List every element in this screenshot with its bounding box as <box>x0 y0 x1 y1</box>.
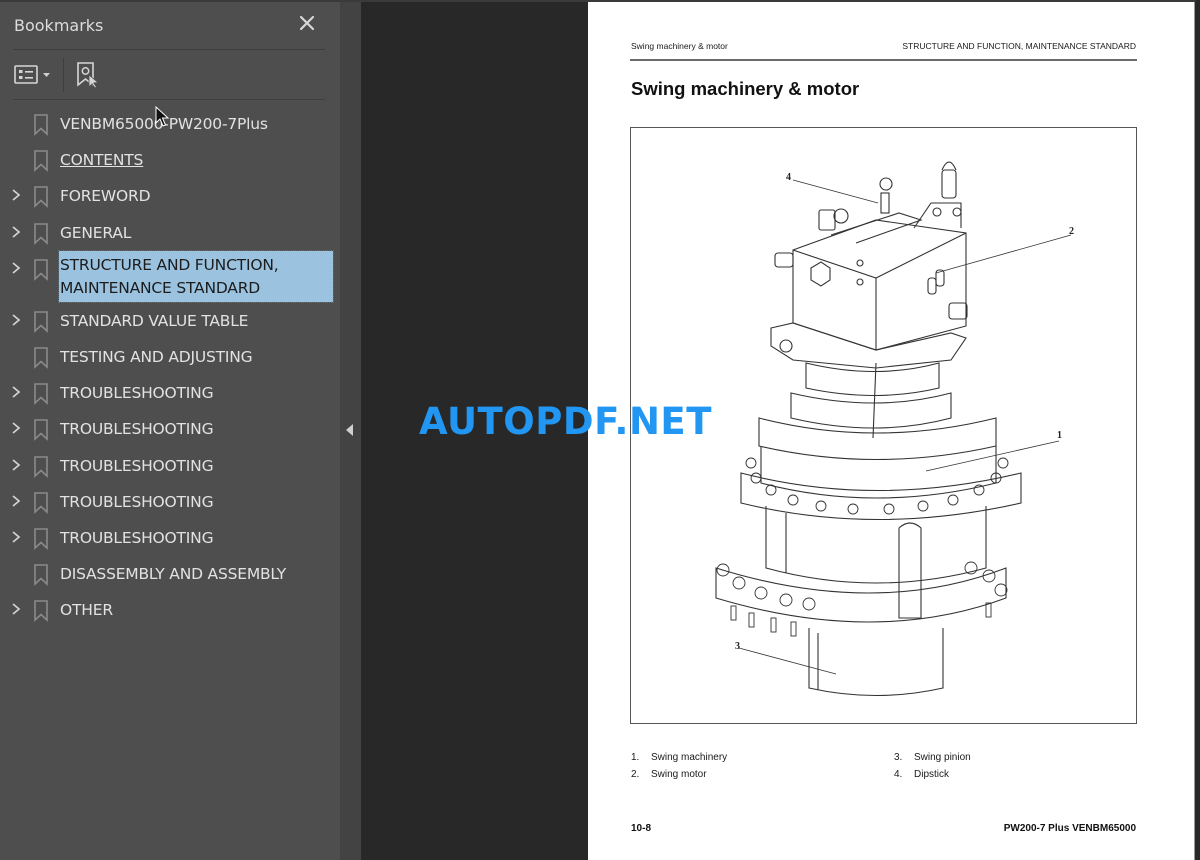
running-header-left: Swing machinery & motor <box>631 41 728 51</box>
bookmark-item[interactable]: STRUCTURE AND FUNCTION, MAINTENANCE STAN… <box>0 249 340 303</box>
bookmark-label[interactable]: GENERAL <box>60 224 131 242</box>
bookmark-icon <box>34 600 48 623</box>
bookmark-icon <box>34 347 48 369</box>
bookmark-icon <box>34 310 48 333</box>
bookmark-label[interactable]: OTHER <box>60 601 113 619</box>
callout-2: 2 <box>1069 226 1074 237</box>
close-panel-button[interactable] <box>296 12 318 34</box>
bookmark-label[interactable]: TROUBLESHOOTING <box>60 457 214 475</box>
callout-4: 4 <box>786 172 791 183</box>
mouse-cursor-icon <box>155 106 169 127</box>
panel-title: Bookmarks <box>14 16 104 35</box>
bookmark-icon <box>34 222 48 245</box>
bookmark-item[interactable]: CONTENTS <box>0 142 340 178</box>
find-current-bookmark-button[interactable] <box>74 60 102 90</box>
caption-item: 4. Dipstick <box>894 769 950 780</box>
bookmark-item[interactable]: TROUBLESHOOTING <box>0 520 340 556</box>
bookmark-label[interactable]: CONTENTS <box>60 151 143 169</box>
bookmark-label[interactable]: TROUBLESHOOTING <box>60 529 214 547</box>
right-edge <box>1196 0 1200 860</box>
bookmark-item[interactable]: TROUBLESHOOTING <box>0 448 340 484</box>
bookmark-item[interactable]: VENBM65000-PW200-7Plus <box>0 106 340 142</box>
bookmark-label[interactable]: STANDARD VALUE TABLE <box>60 312 248 330</box>
bookmark-label[interactable]: TROUBLESHOOTING <box>60 384 214 402</box>
bookmark-item[interactable]: TROUBLESHOOTING <box>0 411 340 447</box>
bookmark-icon <box>34 150 48 173</box>
collapse-panel-icon[interactable] <box>346 424 354 436</box>
bookmark-item[interactable]: FOREWORD <box>0 178 340 214</box>
chevron-right-icon[interactable] <box>10 421 22 435</box>
chevron-right-icon[interactable] <box>10 602 22 616</box>
watermark: AUTOPDF.NET <box>419 400 712 443</box>
bookmark-label[interactable]: TESTING AND ADJUSTING <box>60 348 253 366</box>
callout-3: 3 <box>735 641 740 652</box>
chevron-right-icon[interactable] <box>10 188 22 202</box>
toolbar-divider <box>63 58 64 92</box>
bookmark-item[interactable]: TROUBLESHOOTING <box>0 375 340 411</box>
document-id: PW200-7 Plus VENBM65000 <box>1003 823 1136 834</box>
bookmark-icon <box>34 564 48 586</box>
bookmark-item[interactable]: OTHER <box>0 592 340 628</box>
find-current-bookmark-icon <box>77 62 99 89</box>
chevron-right-icon[interactable] <box>10 494 22 508</box>
bookmark-label[interactable]: STRUCTURE AND FUNCTION, MAINTENANCE STAN… <box>58 249 334 303</box>
bookmark-item[interactable]: DISASSEMBLY AND ASSEMBLY <box>0 556 340 592</box>
bookmark-label[interactable]: DISASSEMBLY AND ASSEMBLY <box>60 565 286 583</box>
divider <box>13 99 325 100</box>
bookmark-label[interactable]: TROUBLESHOOTING <box>60 493 214 511</box>
chevron-right-icon[interactable] <box>10 385 22 399</box>
bookmark-icon <box>34 383 48 405</box>
bookmark-options-button[interactable] <box>13 62 57 88</box>
bookmark-item[interactable]: GENERAL <box>0 215 340 251</box>
bookmark-label[interactable]: TROUBLESHOOTING <box>60 420 214 438</box>
chevron-right-icon[interactable] <box>10 225 22 239</box>
bookmark-item[interactable]: STANDARD VALUE TABLE <box>0 303 340 339</box>
caption-item: 1. Swing machinery <box>631 752 728 763</box>
page-title: Swing machinery & motor <box>631 78 860 99</box>
running-header-right: STRUCTURE AND FUNCTION, MAINTENANCE STAN… <box>902 41 1136 51</box>
divider <box>13 49 325 50</box>
bookmark-icon <box>34 455 48 478</box>
bookmark-item[interactable]: TESTING AND ADJUSTING <box>0 339 340 375</box>
bookmark-icon <box>34 528 48 550</box>
panel-splitter[interactable] <box>340 2 361 860</box>
header-rule <box>630 59 1137 61</box>
bookmark-label[interactable]: FOREWORD <box>60 187 151 205</box>
caption-item: 3. Swing pinion <box>894 752 971 763</box>
chevron-right-icon[interactable] <box>10 261 22 275</box>
bookmark-icon <box>34 258 48 281</box>
chevron-right-icon[interactable] <box>10 313 22 327</box>
chevron-right-icon[interactable] <box>10 530 22 544</box>
caption-item: 2. Swing motor <box>631 769 707 780</box>
callout-1: 1 <box>1057 430 1062 441</box>
bookmarks-panel: Bookmarks VENBM65000-PW200-7Plus CONTENTS… <box>0 2 340 860</box>
bookmark-icon <box>34 114 48 136</box>
bookmark-icon <box>34 186 48 209</box>
bookmark-item[interactable]: TROUBLESHOOTING <box>0 484 340 520</box>
chevron-right-icon[interactable] <box>10 458 22 472</box>
page-number: 10-8 <box>631 823 652 834</box>
close-icon <box>299 15 315 31</box>
bookmark-tree: VENBM65000-PW200-7Plus CONTENTS FOREWORD GE… <box>0 106 340 628</box>
list-options-icon <box>14 65 50 84</box>
bookmark-icon <box>34 491 48 514</box>
bookmark-icon <box>34 419 48 442</box>
